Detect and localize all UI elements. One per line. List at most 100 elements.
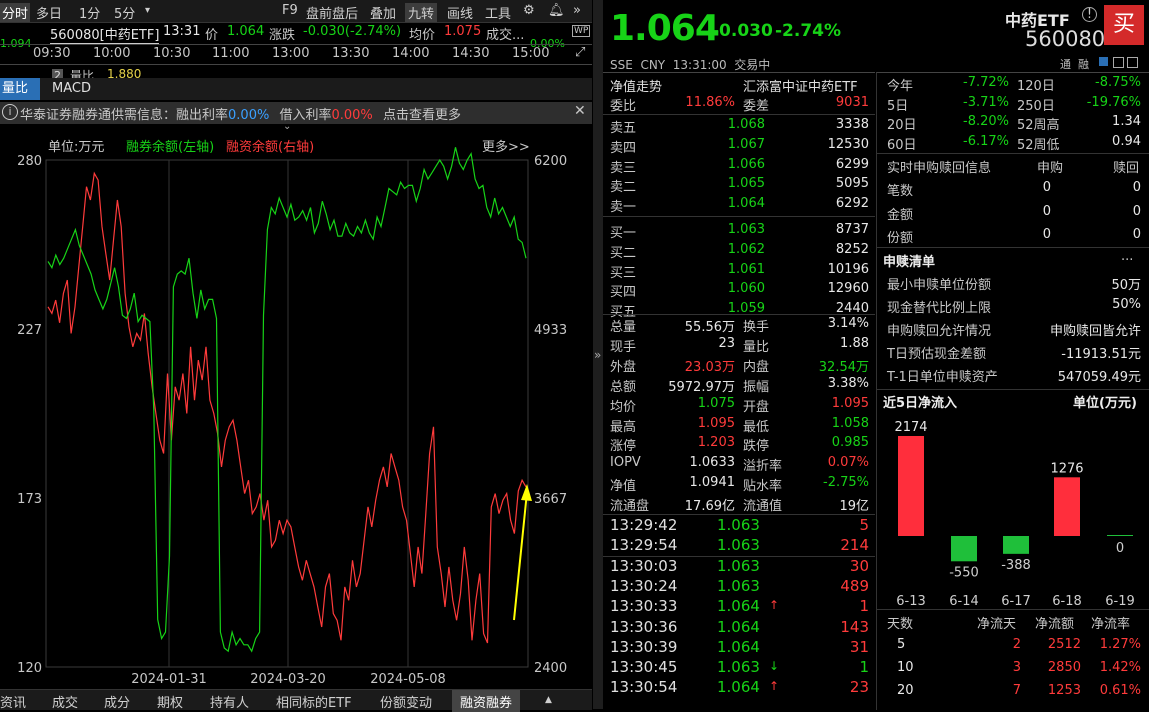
- tab-news[interactable]: 资讯: [0, 692, 26, 711]
- premarket-button[interactable]: 盘前盘后: [306, 3, 358, 22]
- tick-row[interactable]: 13:30:45 1.063 ↓ 1: [603, 658, 875, 678]
- sell-row[interactable]: 卖二 1.065 5095: [603, 176, 875, 195]
- wp-icon[interactable]: WP: [572, 25, 591, 37]
- tick-row[interactable]: 13:30:39 1.064 31: [603, 638, 875, 658]
- buy-row[interactable]: 买三 1.061 10196: [603, 262, 875, 281]
- level-price: 1.062: [727, 241, 765, 257]
- tab-1min[interactable]: 1分: [79, 3, 100, 22]
- tab-components[interactable]: 成分: [104, 692, 130, 711]
- perf-label: 120日: [1017, 79, 1055, 94]
- level-volume: 6292: [835, 196, 869, 212]
- weibi-value: 11.86%: [685, 95, 735, 110]
- tick-row[interactable]: 13:29:54 1.063 214: [603, 536, 875, 556]
- stats-row: 均价 1.075 开盘 1.095: [603, 396, 875, 415]
- tick-row[interactable]: 13:30:36 1.064 143: [603, 618, 875, 638]
- tabs-up-icon[interactable]: ▲: [545, 695, 552, 705]
- netflow-rate: 0.61%: [1099, 683, 1141, 698]
- overlay-button[interactable]: 叠加: [370, 3, 396, 22]
- bell-icon[interactable]: 🔔︎: [548, 3, 565, 18]
- sell-row[interactable]: 卖三 1.066 6299: [603, 157, 875, 176]
- sell-row[interactable]: 卖一 1.064 6292: [603, 196, 875, 215]
- tick-price: 1.063: [717, 577, 760, 596]
- market-line: SSE CNY 13:31:00 交易中: [610, 58, 771, 72]
- netflow-bar[interactable]: [1107, 535, 1133, 536]
- tab-multiday[interactable]: 多日: [36, 3, 62, 22]
- expand-icon[interactable]: ⤢: [575, 45, 585, 60]
- buy-row[interactable]: 买一 1.063 8737: [603, 222, 875, 241]
- creation-more[interactable]: ...: [1121, 249, 1133, 264]
- netflow-unit: 单位(万元): [1073, 396, 1137, 411]
- margin-chart: 单位:万元 融券余额(左轴) 融资余额(右轴) 更多>> 280 227 173 12…: [0, 130, 592, 688]
- netflow-amount: 2512: [1047, 637, 1081, 652]
- tick-row[interactable]: 13:30:54 1.064 ↑ 23: [603, 678, 875, 698]
- window-icon[interactable]: [1113, 57, 1124, 68]
- draw-button[interactable]: 画线: [447, 3, 473, 22]
- buy-button[interactable]: 买: [1104, 5, 1144, 45]
- f9-button[interactable]: F9: [282, 3, 298, 18]
- stat-label: 开盘: [743, 399, 770, 415]
- buy-row[interactable]: 买二 1.062 8252: [603, 242, 875, 261]
- stat-value: 1.095: [697, 415, 735, 431]
- netflow-bar[interactable]: [898, 436, 924, 536]
- lend-rate: 0.00%: [228, 108, 270, 123]
- volume-label: 成交...: [486, 28, 525, 43]
- tab-5min[interactable]: 5分: [114, 3, 135, 22]
- separator: [877, 153, 1149, 154]
- sell-row[interactable]: 卖四 1.067 12530: [603, 137, 875, 156]
- tick-row[interactable]: 13:29:42 1.063 5: [603, 516, 875, 536]
- netflow-bar[interactable]: [1054, 477, 1080, 536]
- settings-icon[interactable]: ⚙: [523, 3, 535, 18]
- level-label: 卖四: [610, 140, 637, 156]
- netflow-bar[interactable]: [1003, 536, 1029, 554]
- close-icon[interactable]: ✕: [574, 103, 586, 119]
- tab-same-etf[interactable]: 相同标的ETF: [276, 692, 352, 711]
- netflow-rate: 1.27%: [1099, 637, 1141, 652]
- tab-trades[interactable]: 成交: [52, 692, 78, 711]
- level-price: 1.061: [727, 261, 765, 277]
- sell-row[interactable]: 卖五 1.068 3338: [603, 117, 875, 136]
- tick-row[interactable]: 13:30:03 1.063 30: [603, 557, 875, 577]
- stat-label: 最低: [743, 419, 770, 435]
- tab-macd[interactable]: MACD: [52, 81, 91, 96]
- level-volume: 5095: [835, 176, 869, 192]
- yellow-arrow-head: [521, 484, 532, 501]
- edit-icon[interactable]: [1099, 57, 1108, 66]
- separator: [603, 514, 875, 515]
- level-label: 买二: [610, 245, 637, 261]
- tick-row[interactable]: 13:30:24 1.063 489: [603, 577, 875, 597]
- left-axis-tick: 120: [17, 661, 42, 676]
- info-text: 华泰证券融券通供需信息：融出利率: [20, 108, 229, 123]
- code-name[interactable]: 560080[中药ETF]: [50, 24, 160, 44]
- tools-button[interactable]: 工具: [485, 3, 511, 22]
- left-axis-tick: 280: [17, 154, 42, 169]
- margin-info-bar[interactable]: i 华泰证券融券通供需信息：融出利率0.00% 借入利率0.00% 点击查看更多…: [0, 102, 592, 124]
- separator: [877, 389, 1149, 390]
- period-dropdown[interactable]: ▾: [145, 5, 150, 16]
- tab-share-change[interactable]: 份额变动: [380, 692, 432, 711]
- realtime-title: 实时申购赎回信息: [887, 161, 992, 176]
- nav-trend-tab[interactable]: 净值走势: [610, 76, 662, 95]
- chevron-right-icon[interactable]: »: [573, 3, 581, 18]
- more-link[interactable]: 点击查看更多: [383, 108, 461, 123]
- tab-options[interactable]: 期权: [157, 692, 183, 711]
- x-axis-tick: 2024-03-20: [250, 672, 326, 687]
- panel-divider[interactable]: »: [593, 0, 603, 709]
- right-axis-tick: 6200: [534, 154, 567, 169]
- perf-value: -7.72%: [963, 75, 1009, 90]
- collapse-panel-icon[interactable]: »: [594, 348, 601, 362]
- tick-row[interactable]: 13:30:33 1.064 ↑ 1: [603, 597, 875, 617]
- nine-turn-button[interactable]: 九转: [405, 3, 438, 22]
- tick-volume: 5: [859, 516, 869, 534]
- netflow-bar[interactable]: [951, 536, 977, 562]
- level-volume: 3338: [835, 117, 869, 132]
- tab-holders[interactable]: 持有人: [210, 692, 249, 711]
- realtime-a: 0: [1042, 203, 1051, 219]
- info-circle-icon[interactable]: !: [1082, 7, 1097, 22]
- tag-line: 通 融: [1060, 58, 1089, 71]
- buy-row[interactable]: 买四 1.060 12960: [603, 281, 875, 300]
- link-icon[interactable]: [1127, 57, 1138, 68]
- netflow-value-label: 2174: [894, 420, 927, 435]
- tab-intraday[interactable]: 分时: [0, 3, 31, 22]
- tick-volume: 143: [840, 617, 869, 636]
- tab-volume-ratio[interactable]: 量比: [0, 78, 40, 100]
